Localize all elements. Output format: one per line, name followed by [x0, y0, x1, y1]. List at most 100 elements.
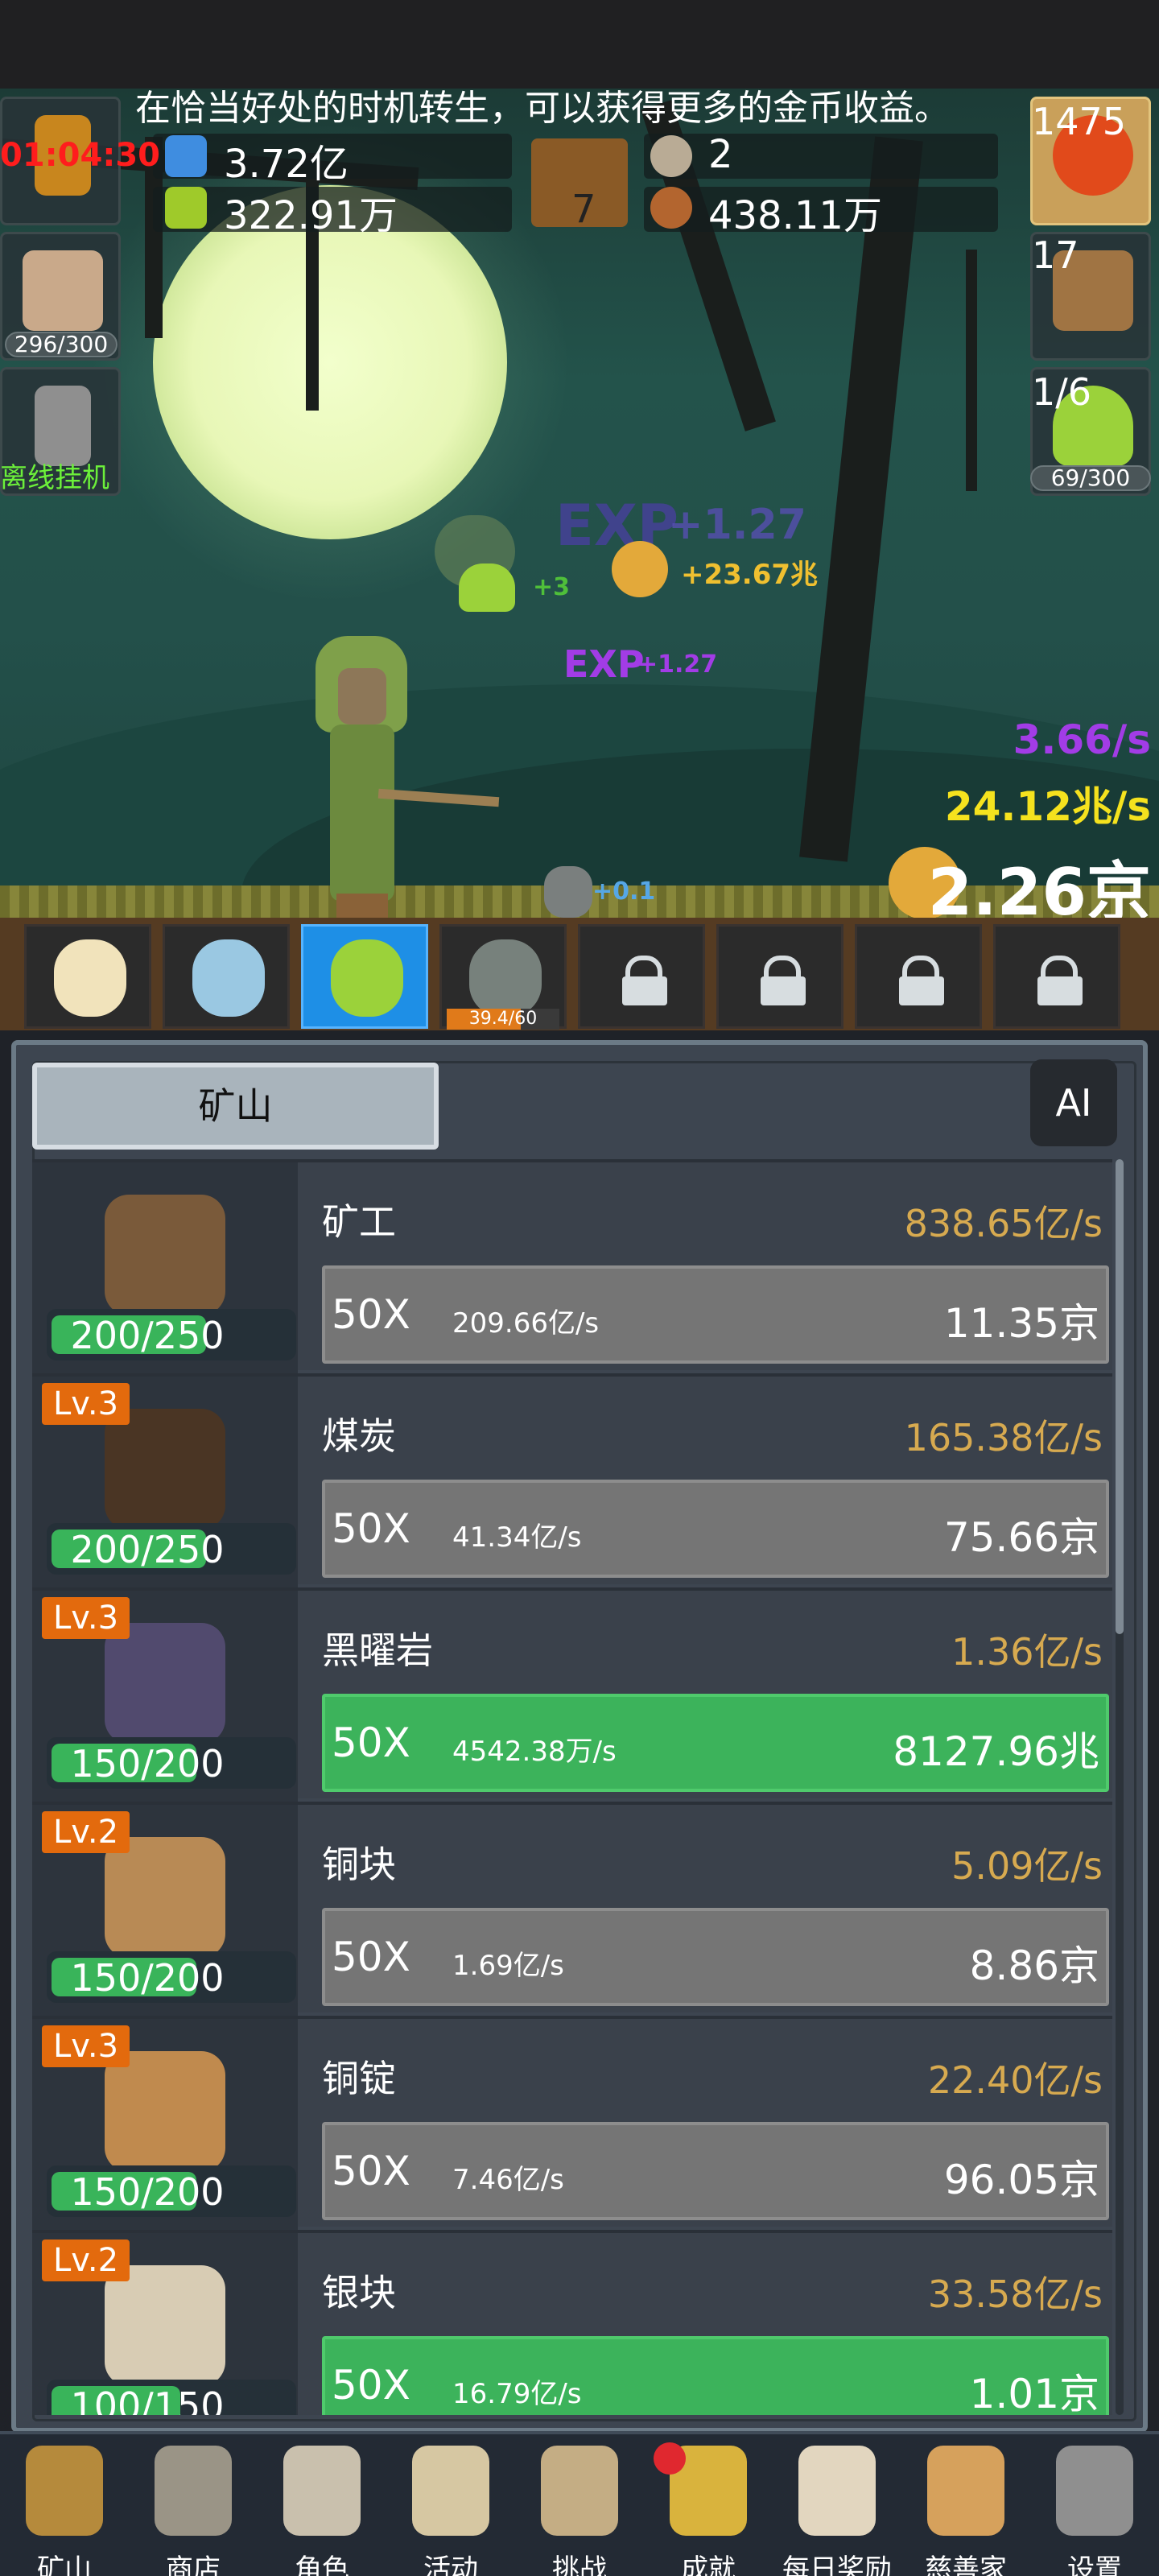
mine-list-scrollbar[interactable]: [1116, 1159, 1124, 2415]
nav-item-9[interactable]: 设置: [1030, 2434, 1159, 2576]
ghost-icon: [544, 866, 592, 918]
buy-cost: 8127.96兆: [893, 1728, 1099, 1775]
buy-button[interactable]: 50X 4542.38万/s 8127.96兆: [322, 1694, 1109, 1792]
item-slot-8[interactable]: [993, 924, 1120, 1029]
exp-float-faded: +1.27: [668, 501, 806, 549]
green-potion-icon: [165, 187, 207, 229]
mine-rate: 838.65亿/s: [904, 1202, 1103, 1245]
nav-item-7[interactable]: 每日奖励: [773, 2434, 901, 2576]
buy-multiplier: 50X: [332, 1505, 410, 1552]
item-slot-4[interactable]: 39.4/60: [439, 924, 567, 1030]
hero-body[interactable]: [330, 724, 394, 902]
mine-rate: 1.36亿/s: [951, 1630, 1103, 1674]
buy-cost: 11.35京: [943, 1300, 1099, 1347]
gold-coin-drop-icon: [612, 541, 668, 597]
buy-button[interactable]: 50X 16.79亿/s 1.01京: [322, 2336, 1109, 2415]
mine-portrait[interactable]: Lv.3 150/200: [32, 2019, 298, 2230]
nut-value: 438.11万: [708, 193, 882, 238]
buy-multiplier: 50X: [332, 1291, 410, 1338]
exp-float: +1.27: [637, 650, 718, 679]
nav-item-4[interactable]: 活动: [386, 2434, 515, 2576]
mine-name: 铜锭: [322, 2057, 396, 2100]
nav-item-5[interactable]: 挑战: [515, 2434, 644, 2576]
mine-name: 银块: [322, 2271, 396, 2314]
nav-item-3[interactable]: 角色: [258, 2434, 386, 2576]
mine-portrait[interactable]: Lv.2 150/200: [32, 1805, 298, 2016]
buy-button[interactable]: 50X 41.34亿/s 75.66京: [322, 1480, 1109, 1578]
buy-multiplier: 50X: [332, 2148, 410, 2194]
buy-button[interactable]: 50X 7.46亿/s 96.05京: [322, 2122, 1109, 2220]
slime-icon: [331, 939, 403, 1017]
item-slot-2[interactable]: [163, 924, 290, 1029]
slot-progress-text: 39.4/60: [468, 1009, 538, 1029]
ore-icon: [105, 1623, 225, 1744]
nav-label: 挑战: [552, 2553, 607, 2576]
ghost-float: +0.1: [592, 877, 656, 906]
blue-potion-icon: [165, 135, 207, 177]
mine-portrait[interactable]: 200/250: [32, 1162, 298, 1373]
buy-cost: 8.86京: [969, 1942, 1099, 1989]
item-slot-1[interactable]: [24, 924, 151, 1029]
mine-name: 煤炭: [322, 1414, 396, 1458]
nut-icon: [650, 187, 692, 229]
nav-label: 矿山: [37, 2553, 92, 2576]
lock-icon: [899, 956, 944, 1005]
mine-portrait[interactable]: Lv.2 100/150: [32, 2233, 298, 2415]
exp-rate: 3.66/s: [1013, 716, 1151, 763]
lantern-icon: [26, 2446, 103, 2536]
mine-list[interactable]: 200/250 矿工 838.65亿/s 50X 209.66亿/s 11.35…: [32, 1159, 1112, 2415]
ore-icon: [105, 1837, 225, 1958]
upgrade-progress-text: 150/200: [70, 2170, 225, 2214]
buy-increment: 209.66亿/s: [452, 1307, 600, 1340]
nav-item-2[interactable]: 商店: [129, 2434, 258, 2576]
buy-cost: 96.05京: [943, 2157, 1099, 2203]
level-badge: Lv.3: [42, 2025, 130, 2067]
nav-label: 每日奖励: [782, 2553, 892, 2576]
buy-increment: 1.69亿/s: [452, 1950, 564, 1982]
hero-face: [338, 668, 386, 724]
buy-multiplier: 50X: [332, 1719, 410, 1766]
slime-count: 1/6: [1032, 370, 1092, 414]
buy-button[interactable]: 50X 209.66亿/s 11.35京: [322, 1265, 1109, 1364]
lock-icon: [761, 956, 806, 1005]
upgrade-progress: 150/200: [47, 2165, 296, 2217]
level-badge: Lv.2: [42, 2240, 130, 2281]
item-slot-5[interactable]: [578, 924, 705, 1029]
buy-cost: 75.66京: [943, 1514, 1099, 1561]
gold-rate: 24.12兆/s: [944, 783, 1151, 830]
tab-mine[interactable]: 矿山: [32, 1063, 439, 1150]
upgrade-progress: 150/200: [47, 1951, 296, 2003]
upgrade-progress: 200/250: [47, 1523, 296, 1575]
mine-portrait[interactable]: Lv.3 150/200: [32, 1591, 298, 1802]
ore-icon: [105, 1195, 225, 1315]
envelope-icon: [798, 2446, 876, 2536]
scrollbar-thumb[interactable]: [1116, 1159, 1124, 1634]
ai-button[interactable]: AI: [1030, 1059, 1117, 1146]
slime-progress: 69/300: [1030, 465, 1151, 491]
nav-label: 角色: [295, 2553, 349, 2576]
key-icon: [35, 386, 91, 466]
level-badge: Lv.3: [42, 1597, 130, 1639]
nav-item-1[interactable]: 矿山: [0, 2434, 129, 2576]
item-slot-6[interactable]: [716, 924, 843, 1029]
item-slot-3[interactable]: [301, 924, 428, 1029]
nav-item-8[interactable]: 慈善家: [901, 2434, 1030, 2576]
buy-increment: 16.79亿/s: [452, 2378, 582, 2410]
slime-drop-icon: [459, 564, 515, 612]
buy-multiplier: 50X: [332, 1934, 410, 1980]
notification-badge: [654, 2442, 686, 2475]
mine-row: Lv.3 200/250 煤炭 165.38亿/s 50X 41.34亿/s 7…: [32, 1373, 1112, 1587]
upgrade-progress: 200/250: [47, 1309, 296, 1360]
buy-button[interactable]: 50X 1.69亿/s 8.86京: [322, 1908, 1109, 2006]
mine-name: 铜块: [322, 1843, 396, 1886]
silver-coin-icon: [650, 135, 692, 177]
upgrade-progress: 100/150: [47, 2380, 296, 2415]
mine-portrait[interactable]: Lv.3 200/250: [32, 1377, 298, 1587]
red-potion-count: 1475: [1032, 100, 1127, 143]
upgrade-progress-text: 200/250: [70, 1314, 225, 1357]
ore-icon: [105, 1409, 225, 1530]
blue-potion-value: 3.72亿: [224, 142, 349, 187]
nav-label: 慈善家: [925, 2553, 1007, 2576]
mine-rate: 33.58亿/s: [927, 2273, 1103, 2316]
item-slot-7[interactable]: [855, 924, 982, 1029]
